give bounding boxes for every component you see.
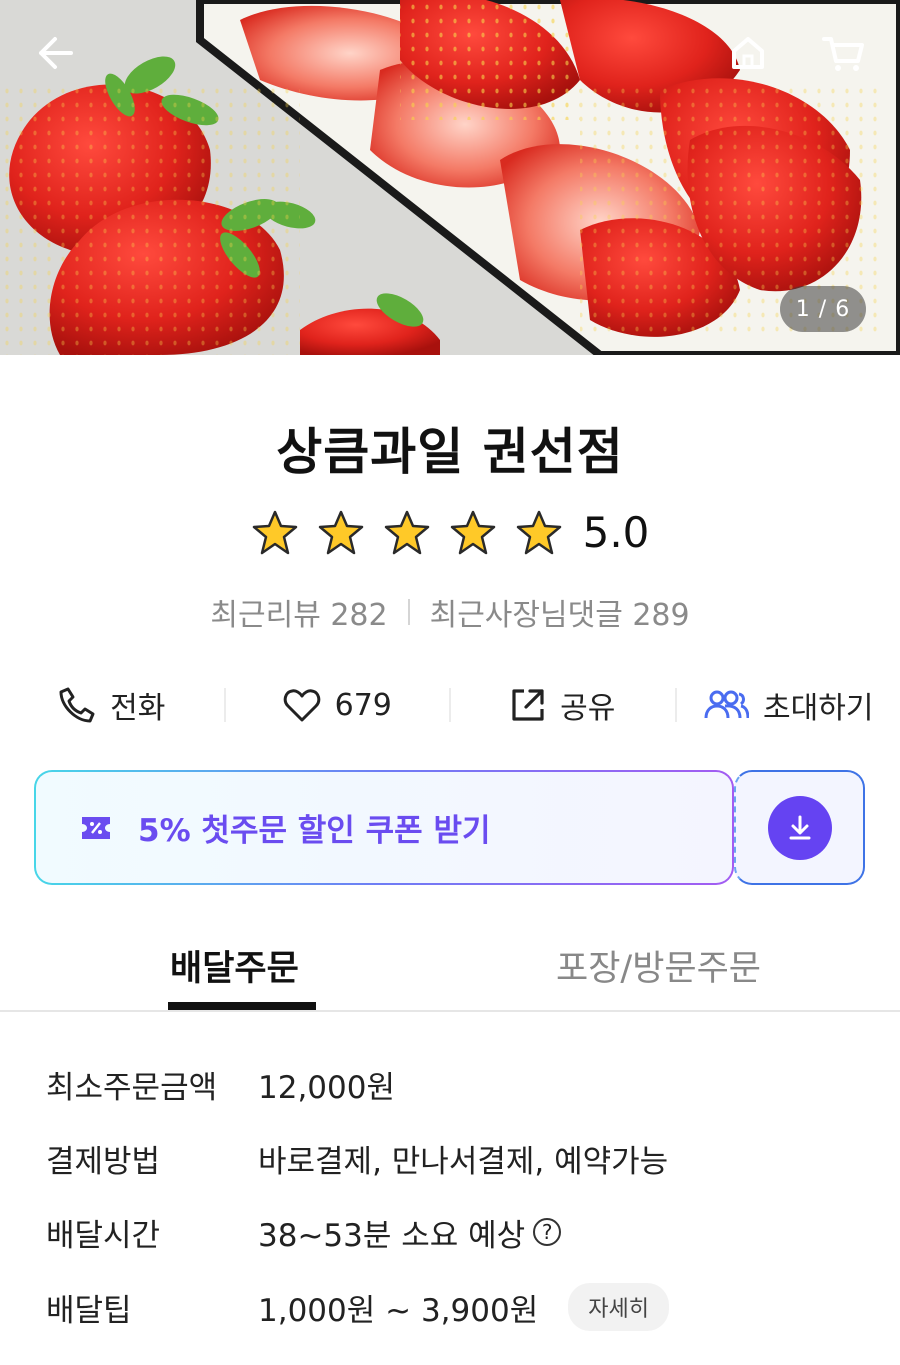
star-icon xyxy=(516,510,561,554)
delivery-tip-row: 배달팁 1,000원 ~ 3,900원 자세히 xyxy=(46,1282,669,1332)
cart-button[interactable] xyxy=(818,28,868,78)
home-button[interactable] xyxy=(723,28,773,78)
arrow-left-icon xyxy=(39,37,73,69)
invite-label: 초대하기 xyxy=(763,691,874,726)
min-order-value: 12,000원 xyxy=(258,1069,395,1106)
action-row: 전화 679 공유 초대하기 xyxy=(0,670,900,740)
payment-value: 바로결제, 만나서결제, 예약가능 xyxy=(258,1143,669,1180)
star-icon xyxy=(252,510,297,554)
delivery-tip-value: 1,000원 ~ 3,900원 xyxy=(258,1292,539,1329)
rating-row: 5.0 xyxy=(0,508,900,557)
hero-image[interactable]: 1 / 6 xyxy=(0,0,900,355)
review-divider xyxy=(407,599,410,625)
recent-reviews-link[interactable]: 최근리뷰 282 xyxy=(210,590,387,634)
invite-button[interactable]: 초대하기 xyxy=(677,683,900,727)
tab-delivery[interactable]: 배달주문 xyxy=(170,940,299,991)
rating-value: 5.0 xyxy=(582,508,650,557)
group-icon xyxy=(704,690,750,719)
cart-icon xyxy=(822,37,864,71)
back-button[interactable] xyxy=(30,28,80,78)
delivery-tip-detail-button[interactable]: 자세히 xyxy=(568,1283,669,1331)
active-tab-indicator xyxy=(168,1002,316,1010)
share-button[interactable]: 공유 xyxy=(451,683,675,727)
star-icon xyxy=(318,510,363,554)
delivery-time-label: 배달시간 xyxy=(46,1217,161,1254)
call-button[interactable]: 전화 xyxy=(0,683,224,727)
help-icon[interactable]: ? xyxy=(533,1218,562,1246)
review-summary: 최근리뷰 282 최근사장님댓글 289 xyxy=(0,590,900,634)
like-count: 679 xyxy=(334,687,392,723)
payment-row: 결제방법 바로결제, 만나서결제, 예약가능 xyxy=(46,1133,668,1183)
min-order-label: 최소주문금액 xyxy=(46,1069,218,1106)
delivery-time-value-wrap: 38~53분 소요 예상 ? xyxy=(258,1210,562,1255)
share-icon xyxy=(512,689,544,721)
tab-pickup[interactable]: 포장/방문주문 xyxy=(556,940,761,991)
download-icon xyxy=(789,815,810,839)
order-tabs: 배달주문 포장/방문주문 xyxy=(0,920,900,1012)
like-button[interactable]: 679 xyxy=(226,687,450,723)
store-name: 상큼과일 권선점 xyxy=(276,423,624,481)
call-label: 전화 xyxy=(110,691,166,726)
coupon-ticket-icon xyxy=(82,816,110,839)
image-counter: 1 / 6 xyxy=(780,286,866,332)
coupon-text: 5% 첫주문 할인 쿠폰 받기 xyxy=(138,813,491,849)
home-icon xyxy=(732,37,764,69)
rating-stars xyxy=(251,509,563,557)
delivery-time-row: 배달시간 38~53분 소요 예상 ? xyxy=(46,1207,562,1257)
heart-icon xyxy=(283,689,320,722)
min-order-row: 최소주문금액 12,000원 xyxy=(46,1059,395,1109)
coupon-banner[interactable]: 5% 첫주문 할인 쿠폰 받기 xyxy=(34,770,734,885)
coupon-download-button[interactable] xyxy=(734,770,865,885)
delivery-tip-value-wrap: 1,000원 ~ 3,900원 자세히 xyxy=(258,1283,669,1331)
share-label: 공유 xyxy=(560,691,616,726)
star-icon xyxy=(384,510,429,554)
delivery-time-value: 38~53분 소요 예상 xyxy=(258,1217,526,1254)
payment-label: 결제방법 xyxy=(46,1143,161,1180)
download-circle xyxy=(767,795,832,860)
phone-icon xyxy=(59,687,95,723)
delivery-tip-label: 배달팁 xyxy=(46,1292,132,1329)
star-icon xyxy=(450,510,495,554)
owner-replies-link[interactable]: 최근사장님댓글 289 xyxy=(430,590,690,634)
